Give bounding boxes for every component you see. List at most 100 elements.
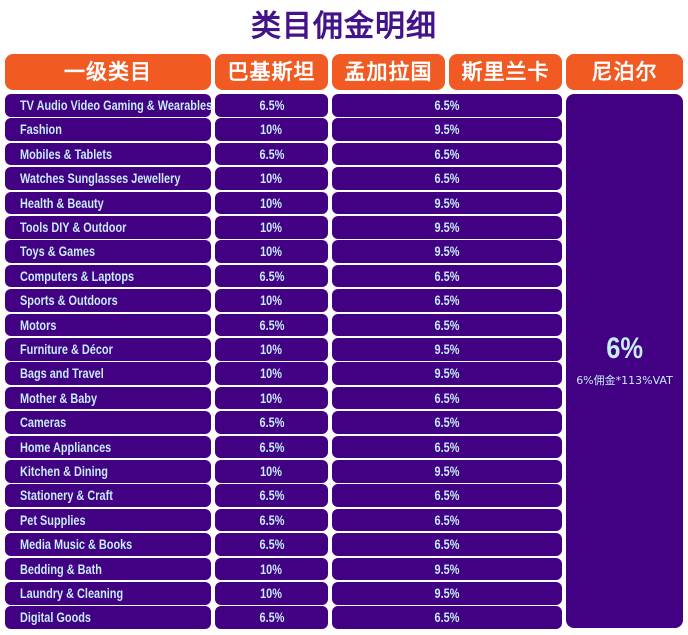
bangladesh-srilanka-rate-cell: 6.5% bbox=[332, 142, 562, 166]
pakistan-rate-cell-text: 10% bbox=[260, 341, 283, 357]
category-cell-text: Fashion bbox=[20, 121, 62, 138]
category-cell-text: Mobiles & Tablets bbox=[20, 145, 113, 162]
page-title: 类目佣金明细 bbox=[251, 9, 437, 44]
category-cell-text: Stationery & Craft bbox=[20, 487, 113, 504]
bangladesh-srilanka-rate-cell-text: 6.5% bbox=[434, 487, 460, 504]
category-cell: Bags and Travel bbox=[5, 362, 211, 385]
header-bangladesh: 孟加拉国 bbox=[332, 54, 445, 90]
header-sri-lanka: 斯里兰卡 bbox=[449, 54, 562, 90]
pakistan-rate-cell-text: 10% bbox=[260, 194, 283, 211]
pakistan-rate-cell: 6.5% bbox=[215, 264, 328, 288]
nepal-rate: 6% bbox=[606, 332, 643, 365]
pakistan-rate-cell: 10% bbox=[215, 386, 328, 410]
category-cell-text: Laundry & Cleaning bbox=[20, 585, 124, 601]
category-cell: Toys & Games bbox=[5, 240, 211, 263]
category-cell: Digital Goods bbox=[5, 606, 211, 629]
bangladesh-srilanka-rate-cell-text: 6.5% bbox=[434, 536, 460, 553]
pakistan-rate-cell-text: 6.5% bbox=[259, 438, 284, 455]
nepal-commission-cell: 6% 6%佣金*113%VAT bbox=[566, 94, 683, 628]
bangladesh-srilanka-rate-cell-text: 9.5% bbox=[434, 585, 460, 601]
category-cell-text: TV Audio Video Gaming & Wearables bbox=[20, 97, 213, 113]
category-cell: Watches Sunglasses Jewellery bbox=[5, 167, 211, 190]
bangladesh-srilanka-rate-cell-text: 9.5% bbox=[434, 243, 460, 260]
bangladesh-srilanka-rate-cell-text: 6.5% bbox=[434, 292, 460, 309]
category-cell-text: Kitchen & Dining bbox=[20, 463, 108, 479]
header-category: 一级类目 bbox=[5, 54, 211, 90]
bangladesh-srilanka-rate-cell: 9.5% bbox=[332, 191, 562, 215]
pakistan-rate-cell: 6.5% bbox=[215, 533, 328, 556]
pakistan-rate-cell: 6.5% bbox=[215, 142, 328, 166]
bangladesh-srilanka-rate-cell: 6.5% bbox=[332, 508, 562, 532]
pakistan-rate-cell: 10% bbox=[215, 582, 328, 605]
bangladesh-srilanka-rate-cell: 9.5% bbox=[332, 338, 562, 361]
category-cell: Furniture & Décor bbox=[5, 338, 211, 361]
bangladesh-srilanka-rate-cell-text: 9.5% bbox=[434, 194, 460, 211]
pakistan-rate-cell: 10% bbox=[215, 289, 328, 312]
pakistan-rate-cell: 10% bbox=[215, 557, 328, 581]
pakistan-rate-cell: 10% bbox=[215, 338, 328, 361]
bangladesh-srilanka-rate-cell: 6.5% bbox=[332, 313, 562, 337]
bangladesh-srilanka-rate-cell-text: 6.5% bbox=[434, 145, 460, 162]
bangladesh-srilanka-rate-cell-text: 9.5% bbox=[434, 219, 460, 235]
category-cell: Health & Beauty bbox=[5, 191, 211, 215]
category-cell: Home Appliances bbox=[5, 435, 211, 459]
bangladesh-srilanka-rate-cell-text: 9.5% bbox=[434, 341, 460, 357]
bangladesh-srilanka-rate-cell: 9.5% bbox=[332, 118, 562, 141]
pakistan-rate-cell-text: 6.5% bbox=[259, 414, 284, 431]
pakistan-rate-cell-text: 10% bbox=[260, 389, 283, 406]
category-cell: Motors bbox=[5, 313, 211, 337]
category-cell-text: Furniture & Décor bbox=[20, 341, 113, 357]
bangladesh-srilanka-rate-cell: 6.5% bbox=[332, 167, 562, 190]
pakistan-rate-cell: 10% bbox=[215, 460, 328, 483]
pakistan-rate-cell-text: 10% bbox=[260, 560, 283, 577]
pakistan-rate-cell-text: 6.5% bbox=[259, 487, 284, 504]
bangladesh-srilanka-rate-cell: 9.5% bbox=[332, 460, 562, 483]
bangladesh-srilanka-rate-cell-text: 6.5% bbox=[434, 609, 460, 626]
bangladesh-srilanka-rate-cell-text: 6.5% bbox=[434, 511, 460, 528]
pakistan-rate-cell-text: 6.5% bbox=[259, 145, 284, 162]
pakistan-rate-cell: 6.5% bbox=[215, 606, 328, 629]
pakistan-rate-cell-text: 10% bbox=[260, 585, 283, 601]
category-cell: TV Audio Video Gaming & Wearables bbox=[5, 94, 213, 117]
pakistan-rate-cell-text: 6.5% bbox=[259, 609, 284, 626]
pakistan-rate-cell-text: 10% bbox=[260, 365, 283, 382]
bangladesh-srilanka-rate-cell: 6.5% bbox=[332, 289, 562, 312]
category-cell: Kitchen & Dining bbox=[5, 460, 211, 483]
category-cell: Fashion bbox=[5, 118, 211, 141]
bangladesh-srilanka-rate-cell: 6.5% bbox=[332, 606, 562, 629]
bangladesh-srilanka-rate-cell-text: 6.5% bbox=[434, 267, 460, 284]
bangladesh-srilanka-rate-cell-text: 9.5% bbox=[434, 365, 460, 382]
bangladesh-srilanka-rate-cell: 6.5% bbox=[332, 533, 562, 556]
bangladesh-srilanka-rate-cell: 9.5% bbox=[332, 240, 562, 263]
pakistan-rate-cell-text: 10% bbox=[260, 463, 283, 479]
pakistan-rate-cell-text: 10% bbox=[260, 243, 283, 260]
category-cell: Bedding & Bath bbox=[5, 557, 211, 581]
pakistan-rate-cell: 6.5% bbox=[215, 435, 328, 459]
category-cell-text: Sports & Outdoors bbox=[20, 292, 118, 309]
commission-table: 一级类目 巴基斯坦 孟加拉国 斯里兰卡 尼泊尔 TV Audio Video G… bbox=[5, 54, 683, 630]
bangladesh-srilanka-rate-cell-text: 9.5% bbox=[434, 560, 460, 577]
category-cell: Computers & Laptops bbox=[5, 264, 211, 288]
category-cell-text: Motors bbox=[20, 316, 57, 333]
bangladesh-srilanka-rate-cell-text: 6.5% bbox=[434, 316, 460, 333]
pakistan-rate-cell-text: 10% bbox=[260, 219, 283, 235]
category-cell-text: Bedding & Bath bbox=[20, 560, 102, 577]
category-cell: Cameras bbox=[5, 411, 211, 434]
pakistan-rate-cell: 10% bbox=[215, 362, 328, 385]
bangladesh-srilanka-rate-cell: 9.5% bbox=[332, 582, 562, 605]
pakistan-rate-cell: 6.5% bbox=[215, 94, 328, 117]
category-cell-text: Bags and Travel bbox=[20, 365, 104, 382]
header-pakistan: 巴基斯坦 bbox=[215, 54, 328, 90]
category-cell-text: Pet Supplies bbox=[20, 511, 86, 528]
category-cell-text: Toys & Games bbox=[20, 243, 96, 260]
bangladesh-srilanka-rate-cell-text: 6.5% bbox=[434, 414, 460, 431]
pakistan-rate-cell-text: 10% bbox=[260, 121, 283, 138]
bangladesh-srilanka-rate-cell: 6.5% bbox=[332, 411, 562, 434]
bangladesh-srilanka-rate-cell-text: 9.5% bbox=[434, 121, 460, 138]
pakistan-rate-cell: 10% bbox=[215, 167, 328, 190]
pakistan-rate-cell-text: 6.5% bbox=[259, 511, 284, 528]
pakistan-rate-cell: 6.5% bbox=[215, 411, 328, 434]
pakistan-rate-cell: 10% bbox=[215, 118, 328, 141]
category-cell: Sports & Outdoors bbox=[5, 289, 211, 312]
bangladesh-srilanka-rate-cell-text: 6.5% bbox=[434, 438, 460, 455]
